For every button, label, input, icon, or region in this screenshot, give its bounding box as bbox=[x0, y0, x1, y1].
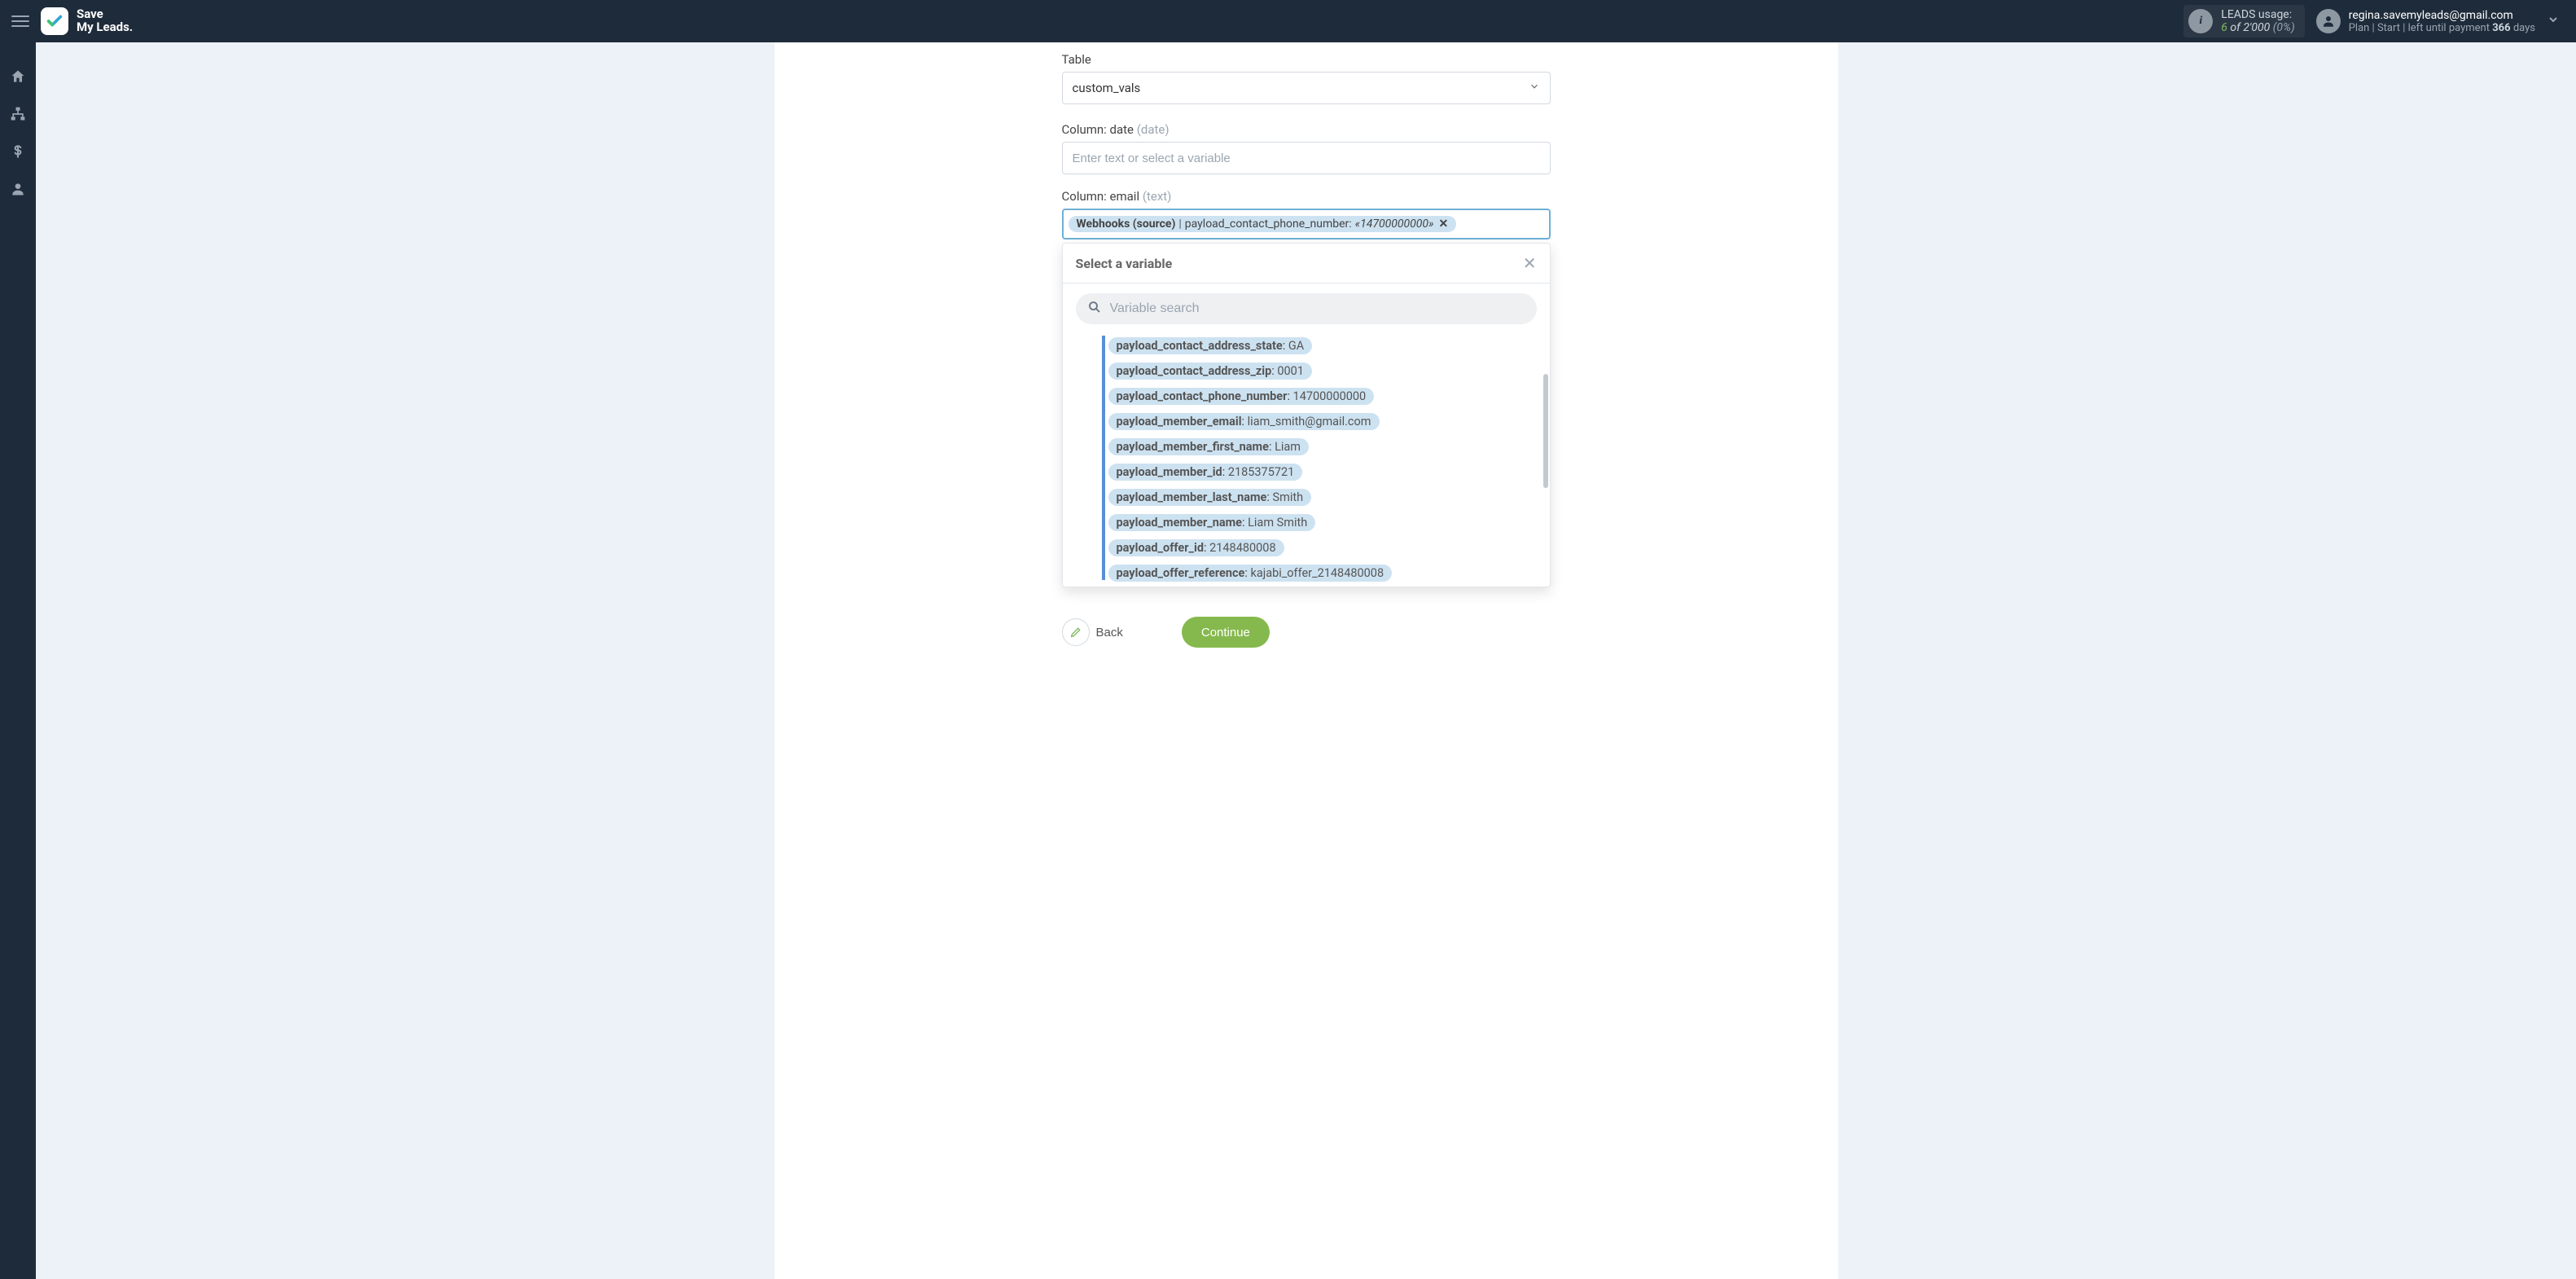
table-select[interactable]: custom_vals bbox=[1062, 72, 1551, 104]
user-plan: Plan | Start | left until payment 366 da… bbox=[2349, 22, 2535, 34]
variable-option[interactable]: payload_contact_address_zip: 0001 bbox=[1108, 363, 1312, 380]
usage-box: i LEADS usage: 6 of 2'000 (0%) bbox=[2183, 5, 2304, 37]
variable-option[interactable]: payload_member_last_name: Smith bbox=[1108, 489, 1312, 506]
dollar-icon[interactable] bbox=[10, 143, 26, 163]
column-email-label: Column: email (text) bbox=[1062, 189, 1551, 204]
logo-badge bbox=[41, 7, 68, 35]
variable-option[interactable]: payload_member_email: liam_smith@gmail.c… bbox=[1108, 413, 1380, 430]
header-chevron-down-icon[interactable] bbox=[2542, 13, 2565, 29]
sidebar bbox=[0, 42, 36, 1279]
user-block[interactable]: regina.savemyleads@gmail.com Plan | Star… bbox=[2316, 9, 2535, 34]
variable-search-input[interactable] bbox=[1076, 293, 1537, 324]
menu-toggle-icon[interactable] bbox=[11, 12, 29, 30]
form-card: Table custom_vals Column: date (date) Co… bbox=[775, 42, 1838, 1279]
column-date-input[interactable] bbox=[1062, 142, 1551, 174]
tag-remove-icon[interactable]: ✕ bbox=[1438, 218, 1448, 231]
back-button[interactable]: Back bbox=[1062, 618, 1123, 646]
user-email: regina.savemyleads@gmail.com bbox=[2349, 9, 2535, 22]
back-label: Back bbox=[1096, 626, 1123, 640]
usage-used: 6 bbox=[2221, 21, 2227, 34]
dropdown-title: Select a variable bbox=[1076, 256, 1173, 271]
variable-dropdown: Select a variable ✕ payload_contact_addr… bbox=[1062, 243, 1551, 587]
variable-option[interactable]: payload_member_id: 2185375721 bbox=[1108, 464, 1303, 481]
variable-option[interactable]: payload_contact_address_state: GA bbox=[1108, 337, 1313, 354]
avatar-icon bbox=[2316, 9, 2341, 33]
column-email-input[interactable]: Webhooks (source) | payload_contact_phon… bbox=[1062, 209, 1551, 240]
info-icon: i bbox=[2188, 9, 2213, 33]
top-header: Save My Leads. i LEADS usage: 6 of 2'000… bbox=[0, 0, 2576, 42]
continue-button[interactable]: Continue bbox=[1182, 617, 1270, 648]
checkmark-icon bbox=[46, 12, 64, 30]
variable-option[interactable]: payload_offer_reference: kajabi_offer_21… bbox=[1108, 565, 1393, 582]
variable-tag: Webhooks (source) | payload_contact_phon… bbox=[1069, 216, 1457, 232]
variable-option[interactable]: payload_offer_id: 2148480008 bbox=[1108, 539, 1284, 556]
usage-total: 2'000 bbox=[2243, 21, 2270, 34]
variable-option[interactable]: payload_member_first_name: Liam bbox=[1108, 438, 1310, 455]
variable-list: payload_contact_address_state: GA payload… bbox=[1063, 334, 1550, 587]
variable-option[interactable]: payload_member_name: Liam Smith bbox=[1108, 514, 1316, 531]
usage-pct: (0%) bbox=[2273, 21, 2295, 34]
chevron-down-icon bbox=[1529, 81, 1540, 95]
table-label: Table bbox=[1062, 52, 1551, 67]
user-icon[interactable] bbox=[10, 181, 26, 200]
logo-text: Save My Leads. bbox=[77, 8, 133, 34]
edit-icon bbox=[1062, 618, 1090, 646]
usage-of-word: of bbox=[2230, 21, 2240, 34]
search-icon bbox=[1087, 300, 1102, 318]
scrollbar-thumb[interactable] bbox=[1543, 374, 1548, 488]
table-select-value: custom_vals bbox=[1073, 81, 1141, 95]
usage-label: LEADS usage: bbox=[2221, 8, 2294, 21]
column-date-label: Column: date (date) bbox=[1062, 122, 1551, 137]
close-icon[interactable]: ✕ bbox=[1523, 253, 1537, 273]
main-area: Table custom_vals Column: date (date) Co… bbox=[36, 42, 2576, 1279]
home-icon[interactable] bbox=[10, 68, 26, 88]
sitemap-icon[interactable] bbox=[10, 106, 26, 125]
variable-option[interactable]: payload_contact_phone_number: 1470000000… bbox=[1108, 388, 1375, 405]
